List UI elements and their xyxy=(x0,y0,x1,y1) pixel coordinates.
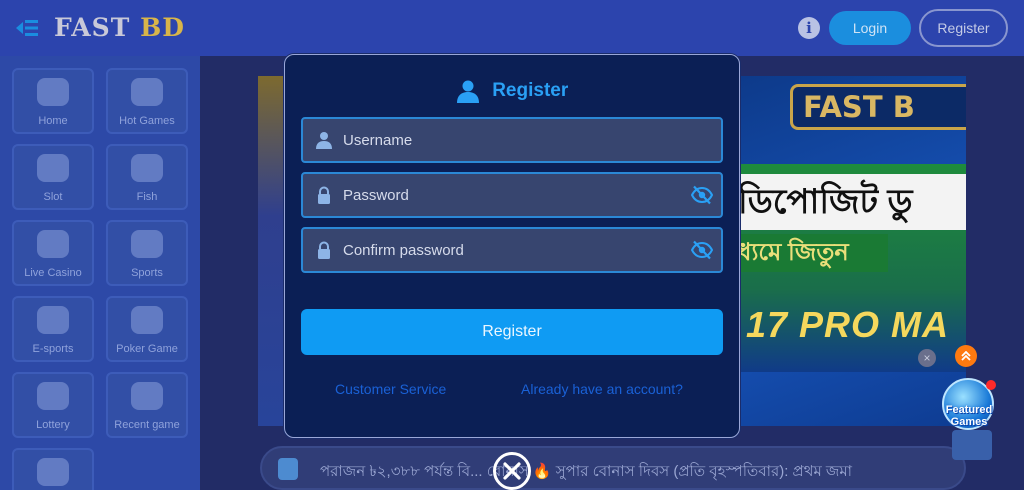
sidebar-item-e-sports[interactable]: E-sports xyxy=(12,296,94,362)
featured-close-icon[interactable]: × xyxy=(918,349,936,367)
confirm-password-input[interactable] xyxy=(343,229,673,271)
sidebar-item-recent-game[interactable]: Recent game xyxy=(106,372,188,438)
banner-headline: ডিপোজিট ডু xyxy=(738,174,966,230)
sidebar-item-label: Slot xyxy=(43,191,63,203)
fish-icon xyxy=(131,154,163,182)
sidebar-item-slot[interactable]: Slot xyxy=(12,144,94,210)
announcement-text: পরাজন ৳২,৩৮৮ পর্যন্ত বি... বোনাস 🔥 সুপার… xyxy=(320,463,853,480)
back-menu-icon[interactable] xyxy=(14,16,40,40)
speaker-icon xyxy=(278,458,298,480)
promo-banner[interactable]: FAST B ডিপোজিট ডু ধ্যমে জিতুন 17 PRO MA xyxy=(738,76,966,426)
double-chevron-up-icon xyxy=(961,350,971,361)
modal-title: Register xyxy=(285,79,739,105)
password-field[interactable] xyxy=(301,172,723,218)
sidebar: Home Hot Games Slot Fish Live Casino Spo… xyxy=(0,56,200,490)
floating-side-button[interactable] xyxy=(952,430,992,460)
home-icon xyxy=(37,78,69,106)
sidebar-item-home[interactable]: Home xyxy=(12,68,94,134)
soccer-ball-icon xyxy=(131,230,163,258)
customer-service-link[interactable]: Customer Service xyxy=(335,381,446,397)
sidebar-item-label: E-sports xyxy=(32,343,74,355)
top-bar: FAST BD i Login Register xyxy=(0,0,1024,56)
flame-icon xyxy=(131,78,163,106)
register-submit-button[interactable]: Register xyxy=(301,309,723,355)
username-input[interactable] xyxy=(343,119,673,161)
logo-bd: BD xyxy=(140,13,185,42)
cards-icon xyxy=(131,306,163,334)
sidebar-item-label: Lottery xyxy=(36,419,70,431)
register-modal: Register Register Cus xyxy=(284,54,740,438)
sidebar-item-fish[interactable]: Fish xyxy=(106,144,188,210)
sidebar-item-favorites[interactable] xyxy=(12,448,94,490)
banner-subline: ধ্যমে জিতুন xyxy=(738,234,888,272)
login-button[interactable]: Login xyxy=(829,11,911,45)
sidebar-item-sports[interactable]: Sports xyxy=(106,220,188,286)
sidebar-item-label: Hot Games xyxy=(119,115,175,127)
heart-icon xyxy=(37,458,69,486)
sidebar-item-hot-games[interactable]: Hot Games xyxy=(106,68,188,134)
eye-slash-icon[interactable] xyxy=(691,240,713,260)
login-link[interactable]: Already have an account? xyxy=(521,381,683,397)
sidebar-item-label: Home xyxy=(38,115,68,127)
username-field[interactable] xyxy=(301,117,723,163)
versus-icon xyxy=(37,306,69,334)
lock-icon xyxy=(318,186,330,204)
notification-dot xyxy=(986,380,996,390)
sidebar-item-label: Sports xyxy=(131,267,163,279)
modal-close-button[interactable] xyxy=(493,452,531,490)
clock-icon xyxy=(131,382,163,410)
sidebar-item-label: Live Casino xyxy=(24,267,82,279)
password-input[interactable] xyxy=(343,174,673,216)
featured-games-label: Featured Games xyxy=(945,404,993,428)
scroll-top-button[interactable] xyxy=(955,345,977,367)
user-icon xyxy=(456,80,479,103)
brand-logo[interactable]: FAST BD xyxy=(54,13,185,42)
register-header-button[interactable]: Register xyxy=(919,9,1008,47)
live-casino-icon xyxy=(37,230,69,258)
info-icon[interactable]: i xyxy=(798,17,820,39)
banner-title: FAST B xyxy=(790,84,966,130)
banner-prize: 17 PRO MA xyxy=(746,304,950,345)
announcement-marquee[interactable]: পরাজন ৳২,৩৮৮ পর্যন্ত বি... বোনাস 🔥 সুপার… xyxy=(260,446,966,490)
sidebar-item-label: Fish xyxy=(136,191,158,203)
sidebar-item-label: Poker Game xyxy=(116,343,178,355)
sidebar-item-poker-game[interactable]: Poker Game xyxy=(106,296,188,362)
lottery-balls-icon xyxy=(37,382,69,410)
logo-fast: FAST xyxy=(54,13,131,42)
slot-icon xyxy=(37,154,69,182)
user-icon xyxy=(316,132,332,149)
sidebar-item-label: Recent game xyxy=(114,419,180,431)
close-icon xyxy=(503,462,521,480)
sidebar-item-lottery[interactable]: Lottery xyxy=(12,372,94,438)
modal-title-text: Register xyxy=(492,80,569,101)
confirm-password-field[interactable] xyxy=(301,227,723,273)
eye-slash-icon[interactable] xyxy=(691,185,713,205)
lock-icon xyxy=(318,241,330,259)
sidebar-item-live-casino[interactable]: Live Casino xyxy=(12,220,94,286)
